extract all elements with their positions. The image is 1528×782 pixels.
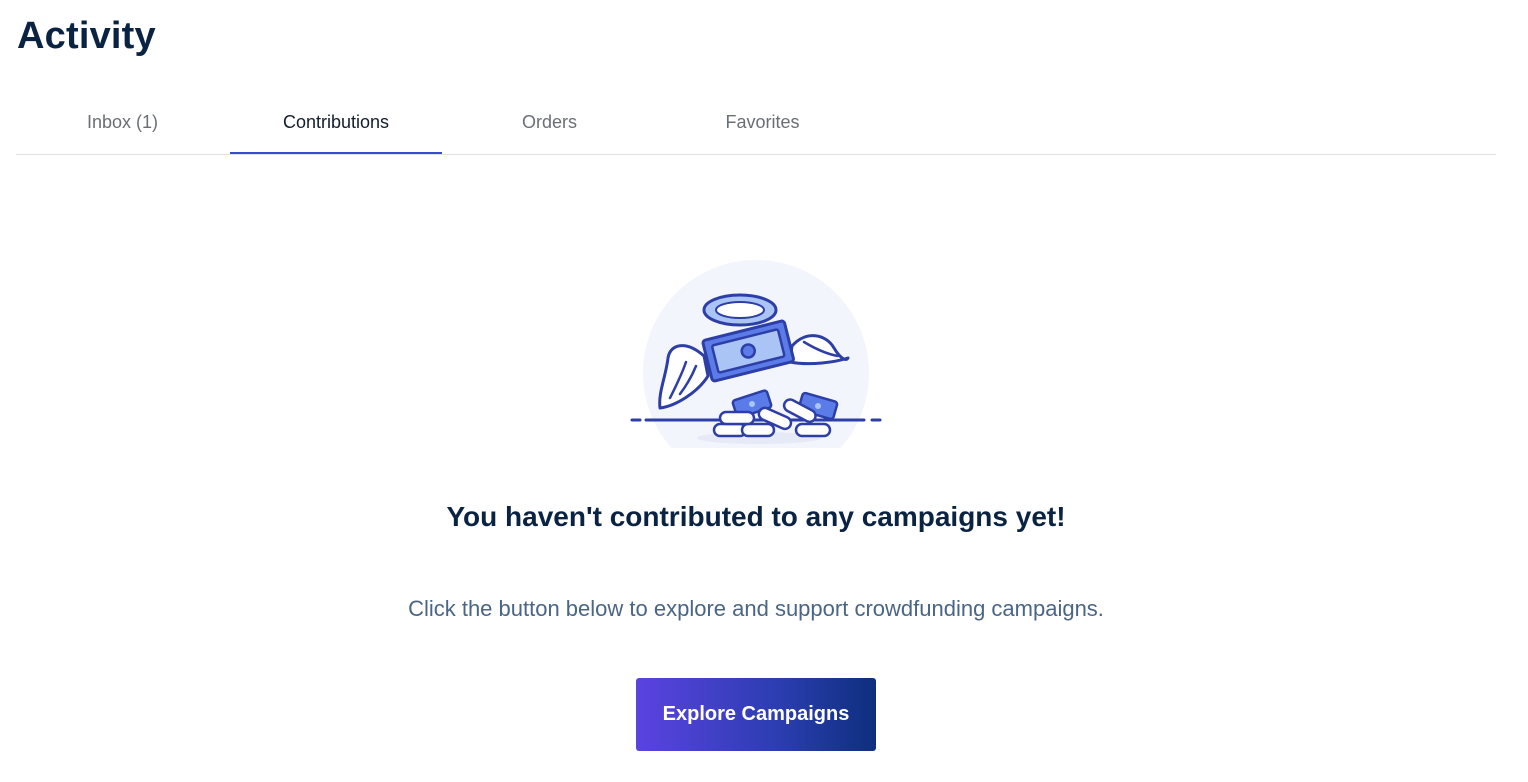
angel-money-icon [626, 258, 886, 486]
tab-favorites[interactable]: Favorites [656, 98, 869, 152]
explore-campaigns-button[interactable]: Explore Campaigns [636, 678, 876, 751]
tab-bar: Inbox (1) Contributions Orders Favorites [16, 98, 1496, 155]
empty-state-heading: You haven't contributed to any campaigns… [446, 501, 1066, 532]
tab-inbox[interactable]: Inbox (1) [16, 98, 229, 152]
tab-orders[interactable]: Orders [443, 98, 656, 152]
empty-state-subtext: Click the button below to explore and su… [408, 596, 1104, 621]
tab-contributions[interactable]: Contributions [230, 98, 442, 154]
page-title: Activity [17, 15, 156, 57]
